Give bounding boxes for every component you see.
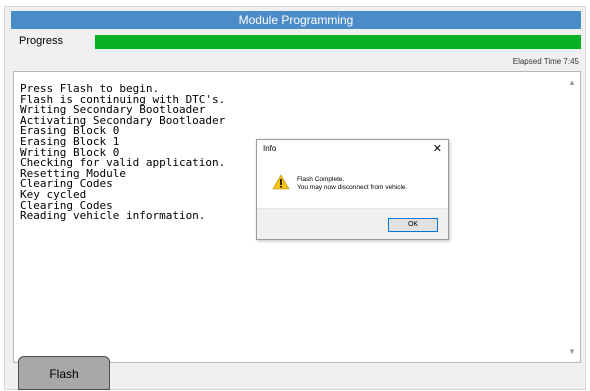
progress-fill <box>95 35 581 49</box>
flash-button[interactable]: Flash <box>18 356 110 390</box>
log-text: Press Flash to begin. Flash is continuing… <box>20 83 225 223</box>
info-dialog: Info ✕ Flash Complete. You may now disco… <box>256 139 449 240</box>
progress-label: Progress <box>19 35 64 47</box>
elapsed-time: Elapsed Time 7:45 <box>512 57 579 66</box>
warning-icon <box>272 174 290 190</box>
dialog-message-line2: You may now disconnect from vehicle. <box>297 184 408 191</box>
scroll-up-icon[interactable]: ▲ <box>568 78 576 87</box>
close-icon[interactable]: ✕ <box>433 142 442 155</box>
scroll-down-icon[interactable]: ▼ <box>568 347 576 356</box>
dialog-footer: OK <box>257 208 448 239</box>
dialog-title: Info <box>263 144 277 153</box>
dialog-body: Flash Complete. You may now disconnect f… <box>257 160 448 208</box>
progress-bar <box>95 35 581 49</box>
dialog-message-line1: Flash Complete. <box>297 176 345 183</box>
progress-row: Progress <box>11 31 581 53</box>
ok-button[interactable]: OK <box>388 218 438 232</box>
log-line: Reading vehicle information. <box>20 209 206 223</box>
window-title: Module Programming <box>11 11 581 29</box>
